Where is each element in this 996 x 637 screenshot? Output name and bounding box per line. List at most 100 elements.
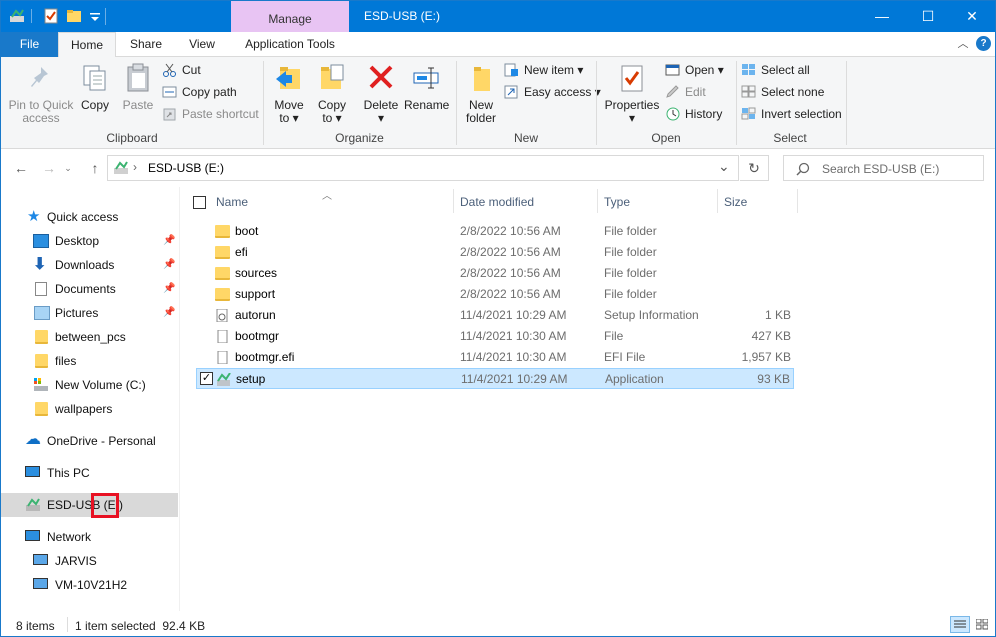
customize-qat-icon[interactable] [87, 8, 103, 24]
tab-file[interactable]: File [1, 32, 58, 57]
edit-button[interactable]: Edit [665, 82, 706, 102]
breadcrumb-path[interactable]: ESD-USB (E:) [148, 161, 224, 175]
file-type: File folder [604, 287, 657, 301]
file-row-bootmgr-efi[interactable]: bootmgr.efi 11/4/2021 10:30 AM EFI File … [196, 347, 794, 368]
column-separator[interactable] [797, 189, 798, 213]
new-item-button[interactable]: New item ▾ [504, 60, 583, 80]
properties-button[interactable]: Properties ▾ [602, 61, 662, 125]
nav-network[interactable]: Network [25, 525, 91, 549]
cut-label: Cut [182, 63, 201, 77]
rename-button[interactable]: Rename [404, 61, 449, 112]
tab-home[interactable]: Home [58, 32, 116, 58]
select-none-button[interactable]: Select none [741, 82, 824, 102]
tab-view[interactable]: View [177, 32, 227, 57]
desktop-icon [33, 234, 49, 248]
file-row-boot[interactable]: boot 2/8/2022 10:56 AM File folder [196, 221, 794, 242]
address-dropdown-icon[interactable]: ⌄ [718, 158, 730, 175]
back-arrow-icon[interactable]: ← [11, 158, 31, 178]
new-group-label: New [513, 131, 538, 145]
pin-icon[interactable]: 📌 [163, 277, 175, 301]
details-view-icon [954, 620, 966, 628]
copy-path-label: Copy path [182, 85, 237, 99]
setup-info-icon [216, 309, 228, 322]
help-icon[interactable]: ? [976, 36, 991, 51]
pin-icon[interactable]: 📌 [163, 301, 175, 325]
ribbon-home: Pin to Quick access Copy Paste Cut Copy … [1, 57, 995, 149]
nav-this-pc[interactable]: This PC [25, 461, 90, 485]
delete-label-line2: ▾ [377, 111, 385, 125]
file-row-support[interactable]: support 2/8/2022 10:56 AM File folder [196, 284, 794, 305]
column-separator[interactable] [597, 189, 598, 213]
nav-files[interactable]: files [33, 349, 76, 373]
column-header-date[interactable]: Date modified [460, 194, 534, 218]
file-icon [217, 351, 228, 364]
file-date: 2/8/2022 10:56 AM [460, 245, 561, 259]
close-button[interactable]: ✕ [949, 1, 995, 32]
file-type: EFI File [604, 350, 646, 364]
tab-application-tools[interactable]: Application Tools [231, 32, 349, 57]
manage-contextual-tab[interactable]: Manage [231, 1, 349, 32]
large-icons-view-button[interactable] [973, 616, 991, 633]
file-row-autorun[interactable]: autorun 11/4/2021 10:29 AM Setup Informa… [196, 305, 794, 326]
address-bar[interactable]: › ESD-USB (E:) ⌄ [107, 155, 739, 181]
forward-arrow-icon[interactable]: → [39, 158, 59, 178]
nav-vm[interactable]: VM-10V21H2 [33, 573, 127, 597]
column-header-type[interactable]: Type [604, 194, 630, 218]
chevron-up-icon[interactable]: ︿ [955, 36, 971, 52]
easy-access-button[interactable]: Easy access ▾ [504, 82, 601, 102]
column-header-size[interactable]: Size [724, 194, 747, 218]
qat-separator [105, 8, 106, 25]
select-all-button[interactable]: Select all [741, 60, 810, 80]
paste-shortcut-icon [163, 108, 176, 121]
row-checkbox-checked[interactable]: ✓ [200, 372, 213, 385]
open-button[interactable]: Open ▾ [665, 60, 724, 80]
copy-path-button[interactable]: Copy path [162, 82, 237, 102]
pin-icon[interactable]: 📌 [163, 229, 175, 253]
file-row-efi[interactable]: efi 2/8/2022 10:56 AM File folder [196, 242, 794, 263]
file-explorer-window: Manage ESD-USB (E:) — ☐ ✕ File Home Shar… [0, 0, 996, 637]
details-view-button[interactable] [950, 616, 970, 633]
new-folder-quick-icon[interactable] [66, 8, 82, 24]
invert-selection-button[interactable]: Invert selection [741, 104, 842, 124]
search-box[interactable]: Search ESD-USB (E:) [783, 155, 984, 181]
copy-button[interactable]: Copy [78, 61, 112, 112]
delete-button[interactable]: Delete ▾ [362, 61, 400, 125]
nav-desktop[interactable]: Desktop 📌 [33, 229, 179, 253]
nav-between-pcs[interactable]: between_pcs [33, 325, 126, 349]
properties-quick-icon[interactable] [43, 8, 59, 24]
paste-button[interactable]: Paste [120, 61, 156, 112]
maximize-button[interactable]: ☐ [905, 1, 951, 32]
tab-share[interactable]: Share [119, 32, 173, 57]
nav-onedrive[interactable]: ☁ OneDrive - Personal [25, 429, 156, 453]
nav-wallpapers[interactable]: wallpapers [33, 397, 112, 421]
copy-to-button[interactable]: Copy to ▾ [314, 61, 350, 125]
nav-downloads[interactable]: ⬇ Downloads 📌 [33, 253, 179, 277]
pin-icon[interactable]: 📌 [163, 253, 175, 277]
pin-to-quick-access-button[interactable]: Pin to Quick access [7, 61, 75, 125]
move-to-button[interactable]: Move to ▾ [271, 61, 307, 125]
history-button[interactable]: History [665, 104, 722, 124]
open-label: Open ▾ [685, 63, 724, 77]
file-row-sources[interactable]: sources 2/8/2022 10:56 AM File folder [196, 263, 794, 284]
nav-pictures[interactable]: Pictures 📌 [33, 301, 179, 325]
cut-button[interactable]: Cut [162, 60, 201, 80]
select-all-icon [742, 64, 755, 75]
paste-shortcut-button[interactable]: Paste shortcut [162, 104, 259, 124]
up-arrow-icon[interactable]: ↑ [85, 158, 105, 178]
nav-quick-access[interactable]: ★ Quick access [27, 205, 118, 229]
nav-esd-usb[interactable]: ESD-USB (E:) [1, 493, 178, 518]
nav-documents[interactable]: Documents 📌 [33, 277, 179, 301]
nav-jarvis[interactable]: JARVIS [33, 549, 97, 573]
file-row-setup[interactable]: ✓ setup 11/4/2021 10:29 AM Application 9… [196, 368, 794, 389]
select-all-checkbox[interactable] [193, 196, 206, 209]
nav-new-volume-c[interactable]: New Volume (C:) [33, 373, 146, 397]
recent-locations-chevron-icon[interactable]: ⌄ [61, 158, 75, 178]
refresh-button[interactable]: ↻ [740, 155, 769, 181]
new-folder-button[interactable]: New folder [461, 61, 501, 125]
search-placeholder: Search ESD-USB (E:) [822, 162, 940, 176]
file-row-bootmgr[interactable]: bootmgr 11/4/2021 10:30 AM File 427 KB [196, 326, 794, 347]
column-header-name[interactable]: Name [216, 194, 248, 218]
column-separator[interactable] [453, 189, 454, 213]
column-separator[interactable] [717, 189, 718, 213]
minimize-button[interactable]: — [859, 1, 905, 32]
